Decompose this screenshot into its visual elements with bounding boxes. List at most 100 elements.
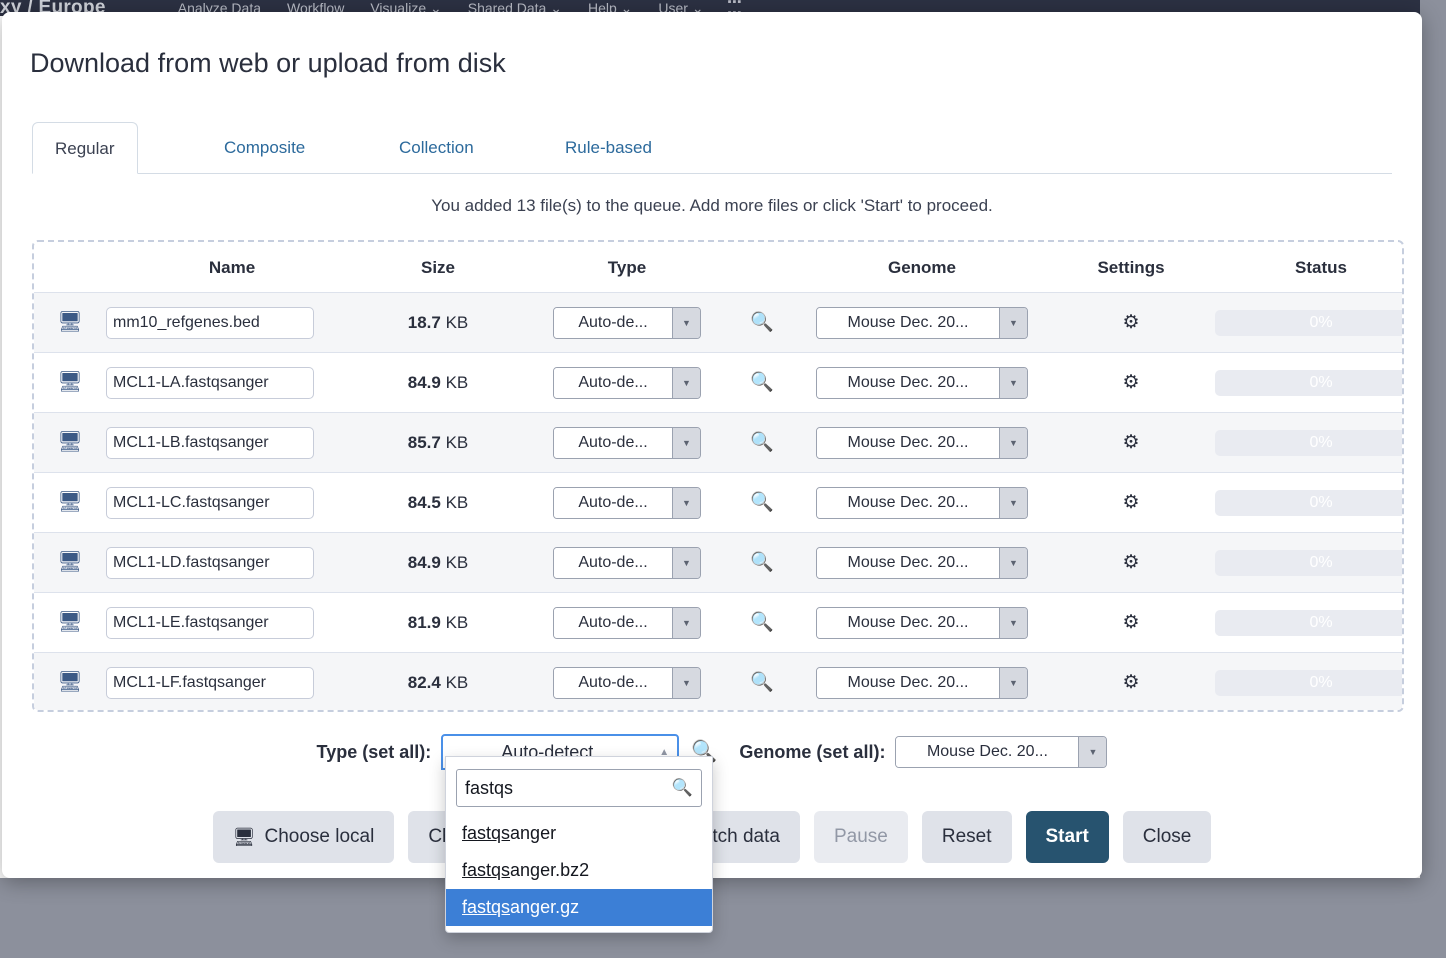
- chevron-down-icon: ▼: [999, 607, 1027, 638]
- row-type-select[interactable]: Auto-de... ▼: [553, 606, 701, 639]
- laptop-icon: 🖥: [232, 827, 256, 847]
- file-size-unit: KB: [445, 312, 469, 332]
- chevron-down-icon: ▼: [999, 307, 1027, 338]
- type-dropdown-search[interactable]: fastqs 🔍: [456, 769, 702, 807]
- row-genome-select[interactable]: Mouse Dec. 20... ▼: [816, 546, 1028, 579]
- row-type-cell: Auto-de... ▼: [518, 293, 736, 353]
- row-status-cell: 0%: [1206, 293, 1402, 353]
- row-size-cell: 82.4 KB: [358, 653, 518, 711]
- row-type-select[interactable]: Auto-de... ▼: [553, 486, 701, 519]
- th-type-search: [736, 242, 788, 293]
- dialog-title: Download from web or upload from disk: [30, 48, 506, 78]
- row-genome-value: Mouse Dec. 20...: [817, 367, 999, 398]
- gear-icon[interactable]: ⚙: [1122, 312, 1139, 333]
- choose-local-button[interactable]: 🖥 Choose local: [212, 811, 395, 863]
- row-genome-select[interactable]: Mouse Dec. 20... ▼: [816, 666, 1028, 699]
- row-type-value: Auto-de...: [554, 667, 672, 698]
- search-icon[interactable]: 🔍: [750, 673, 774, 692]
- row-type-search-cell: 🔍: [736, 413, 788, 473]
- row-type-select[interactable]: Auto-de... ▼: [553, 306, 701, 339]
- gear-icon[interactable]: ⚙: [1122, 612, 1139, 633]
- type-dropdown-option[interactable]: fastqsanger.bz2: [446, 852, 712, 889]
- search-icon[interactable]: 🔍: [750, 493, 774, 512]
- gear-icon[interactable]: ⚙: [1122, 432, 1139, 453]
- row-type-value: Auto-de...: [554, 367, 672, 398]
- file-size-value: 82.4: [407, 672, 441, 692]
- type-dropdown-search-value: fastqs: [465, 777, 514, 798]
- pause-button[interactable]: Pause: [813, 811, 908, 863]
- row-type-select[interactable]: Auto-de... ▼: [553, 366, 701, 399]
- row-genome-select[interactable]: Mouse Dec. 20... ▼: [816, 366, 1028, 399]
- row-genome-select[interactable]: Mouse Dec. 20... ▼: [816, 606, 1028, 639]
- search-icon[interactable]: 🔍: [750, 433, 774, 452]
- start-button[interactable]: Start: [1025, 811, 1109, 863]
- row-type-cell: Auto-de... ▼: [518, 533, 736, 593]
- row-type-search-cell: 🔍: [736, 533, 788, 593]
- row-type-select[interactable]: Auto-de... ▼: [553, 546, 701, 579]
- table-row: 🖥 MCL1-LB.fastqsanger 85.7 KB Auto-de... ▼ 🔍 M…: [34, 412, 1402, 473]
- row-genome-select[interactable]: Mouse Dec. 20... ▼: [816, 426, 1028, 459]
- row-genome-cell: Mouse Dec. 20... ▼: [788, 473, 1056, 533]
- row-type-cell: Auto-de... ▼: [518, 653, 736, 711]
- row-settings-cell: ⚙: [1056, 413, 1206, 473]
- tab-composite[interactable]: Composite: [202, 122, 327, 174]
- reset-button[interactable]: Reset: [921, 811, 1012, 863]
- chevron-down-icon: ▼: [672, 427, 700, 458]
- gear-icon[interactable]: ⚙: [1122, 672, 1139, 693]
- file-name-input[interactable]: MCL1-LA.fastqsanger: [106, 366, 314, 399]
- row-genome-select[interactable]: Mouse Dec. 20... ▼: [816, 486, 1028, 519]
- search-icon[interactable]: 🔍: [750, 553, 774, 572]
- modal-backdrop-right[interactable]: [1420, 0, 1446, 958]
- type-dropdown-option[interactable]: fastqsanger: [446, 815, 712, 852]
- chevron-down-icon: ▼: [672, 307, 700, 338]
- row-name-cell: MCL1-LF.fastqsanger: [106, 653, 358, 711]
- file-queue-table: Name Size Type Genome Settings Status 🖥 m…: [34, 242, 1402, 711]
- row-type-search-cell: 🔍: [736, 353, 788, 413]
- type-dropdown-option[interactable]: fastqsanger.gz: [446, 889, 712, 926]
- gear-icon[interactable]: ⚙: [1122, 552, 1139, 573]
- tab-regular[interactable]: Regular: [32, 122, 138, 174]
- file-name-input[interactable]: MCL1-LF.fastqsanger: [106, 666, 314, 699]
- chevron-down-icon: ▼: [999, 367, 1027, 398]
- row-genome-select[interactable]: Mouse Dec. 20... ▼: [816, 306, 1028, 339]
- table-header-row: Name Size Type Genome Settings Status: [34, 242, 1402, 293]
- file-name-input[interactable]: MCL1-LE.fastqsanger: [106, 606, 314, 639]
- row-type-select[interactable]: Auto-de... ▼: [553, 666, 701, 699]
- search-icon[interactable]: 🔍: [750, 613, 774, 632]
- row-type-search-cell: 🔍: [736, 473, 788, 533]
- row-genome-value: Mouse Dec. 20...: [817, 607, 999, 638]
- type-dropdown-options: fastqsanger fastqsanger.bz2 fastqsanger.gz: [446, 815, 712, 926]
- genome-set-all-label: Genome (set all):: [739, 741, 886, 762]
- row-size-cell: 81.9 KB: [358, 593, 518, 653]
- row-type-select[interactable]: Auto-de... ▼: [553, 426, 701, 459]
- row-name-cell: MCL1-LC.fastqsanger: [106, 473, 358, 533]
- search-icon[interactable]: 🔍: [750, 373, 774, 392]
- row-type-search-cell: 🔍: [736, 293, 788, 353]
- row-type-cell: Auto-de... ▼: [518, 353, 736, 413]
- choose-local-label: Choose local: [264, 826, 375, 847]
- row-type-value: Auto-de...: [554, 427, 672, 458]
- file-name-input[interactable]: MCL1-LB.fastqsanger: [106, 426, 314, 459]
- laptop-icon: 🖥: [57, 671, 83, 694]
- row-name-cell: MCL1-LB.fastqsanger: [106, 413, 358, 473]
- file-name-input[interactable]: mm10_refgenes.bed: [106, 306, 314, 339]
- close-button[interactable]: Close: [1122, 811, 1212, 863]
- row-source-cell: 🖥: [34, 293, 106, 353]
- file-name-input[interactable]: MCL1-LC.fastqsanger: [106, 486, 314, 519]
- status-progress-bar: 0%: [1215, 369, 1402, 396]
- row-type-cell: Auto-de... ▼: [518, 593, 736, 653]
- modal-backdrop[interactable]: [0, 878, 1446, 958]
- gear-icon[interactable]: ⚙: [1122, 372, 1139, 393]
- table-row: 🖥 MCL1-LA.fastqsanger 84.9 KB Auto-de... ▼ 🔍 M…: [34, 352, 1402, 413]
- file-size-unit: KB: [445, 372, 469, 392]
- pause-label: Pause: [833, 826, 888, 847]
- search-icon[interactable]: 🔍: [750, 313, 774, 332]
- row-status-cell: 0%: [1206, 533, 1402, 593]
- tab-rule-based[interactable]: Rule-based: [543, 122, 674, 174]
- gear-icon[interactable]: ⚙: [1122, 492, 1139, 513]
- genome-set-all-select[interactable]: Mouse Dec. 20... ▼: [895, 736, 1108, 768]
- file-name-input[interactable]: MCL1-LD.fastqsanger: [106, 546, 314, 579]
- table-row: 🖥 MCL1-LF.fastqsanger 82.4 KB Auto-de... ▼ 🔍 M…: [34, 652, 1402, 711]
- tab-collection[interactable]: Collection: [377, 122, 496, 174]
- row-status-cell: 0%: [1206, 593, 1402, 653]
